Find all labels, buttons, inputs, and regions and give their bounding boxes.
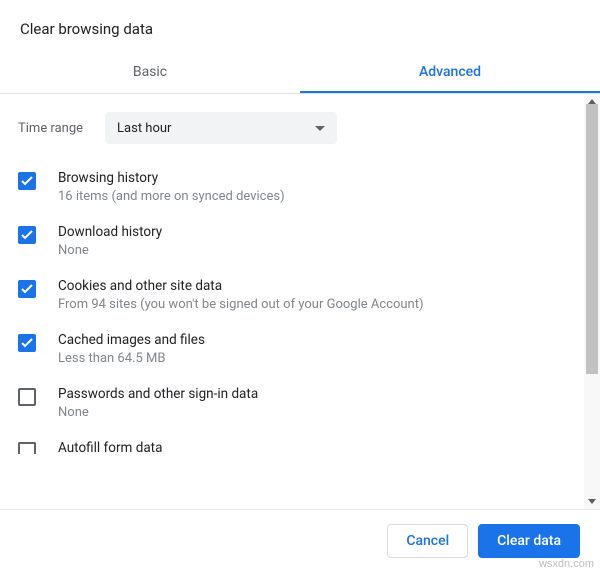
item-subtitle: None bbox=[58, 405, 566, 420]
list-item: Cookies and other site data From 94 site… bbox=[18, 278, 566, 312]
cancel-button[interactable]: Cancel bbox=[387, 524, 468, 558]
clear-data-button[interactable]: Clear data bbox=[478, 524, 580, 558]
tab-basic[interactable]: Basic bbox=[0, 52, 300, 93]
checkbox-cache[interactable] bbox=[18, 334, 36, 352]
tab-advanced[interactable]: Advanced bbox=[300, 52, 600, 93]
time-range-label: Time range bbox=[18, 121, 83, 136]
item-title: Cached images and files bbox=[58, 332, 566, 348]
checkbox-passwords[interactable] bbox=[18, 388, 36, 406]
check-icon bbox=[21, 338, 33, 348]
check-icon bbox=[21, 284, 33, 294]
check-icon bbox=[21, 176, 33, 186]
scroll-content: Time range Last hour Browsing history 16… bbox=[0, 94, 584, 509]
item-title: Passwords and other sign-in data bbox=[58, 386, 566, 402]
clear-browsing-data-dialog: Clear browsing data Basic Advanced Time … bbox=[0, 0, 600, 574]
item-text: Cached images and files Less than 64.5 M… bbox=[58, 332, 566, 366]
list-item: Passwords and other sign-in data None bbox=[18, 386, 566, 420]
scroll-down-icon[interactable] bbox=[588, 499, 596, 504]
item-text: Cookies and other site data From 94 site… bbox=[58, 278, 566, 312]
time-range-value: Last hour bbox=[117, 121, 171, 136]
item-subtitle: 16 items (and more on synced devices) bbox=[58, 189, 566, 204]
list-item: Autofill form data bbox=[18, 440, 566, 460]
dialog-footer: Cancel Clear data bbox=[0, 510, 600, 574]
item-text: Download history None bbox=[58, 224, 566, 258]
item-text: Autofill form data bbox=[58, 440, 566, 459]
content-area: Time range Last hour Browsing history 16… bbox=[0, 94, 600, 510]
item-text: Passwords and other sign-in data None bbox=[58, 386, 566, 420]
item-title: Autofill form data bbox=[58, 440, 566, 456]
scroll-thumb[interactable] bbox=[586, 104, 598, 374]
checkbox-cookies[interactable] bbox=[18, 280, 36, 298]
checkbox-download-history[interactable] bbox=[18, 226, 36, 244]
item-subtitle: None bbox=[58, 243, 566, 258]
caret-down-icon bbox=[315, 126, 325, 131]
item-subtitle: Less than 64.5 MB bbox=[58, 351, 566, 366]
item-title: Download history bbox=[58, 224, 566, 240]
item-title: Browsing history bbox=[58, 170, 566, 186]
time-range-select[interactable]: Last hour bbox=[105, 112, 337, 144]
vertical-scrollbar[interactable] bbox=[584, 94, 600, 509]
list-item: Download history None bbox=[18, 224, 566, 258]
checkbox-browsing-history[interactable] bbox=[18, 172, 36, 190]
dialog-title: Clear browsing data bbox=[0, 0, 600, 52]
tab-bar: Basic Advanced bbox=[0, 52, 600, 94]
list-item: Cached images and files Less than 64.5 M… bbox=[18, 332, 566, 366]
item-subtitle: From 94 sites (you won't be signed out o… bbox=[58, 297, 566, 312]
item-title: Cookies and other site data bbox=[58, 278, 566, 294]
time-range-row: Time range Last hour bbox=[18, 112, 566, 144]
checkbox-autofill[interactable] bbox=[18, 442, 36, 454]
item-text: Browsing history 16 items (and more on s… bbox=[58, 170, 566, 204]
list-item: Browsing history 16 items (and more on s… bbox=[18, 170, 566, 204]
check-icon bbox=[21, 230, 33, 240]
